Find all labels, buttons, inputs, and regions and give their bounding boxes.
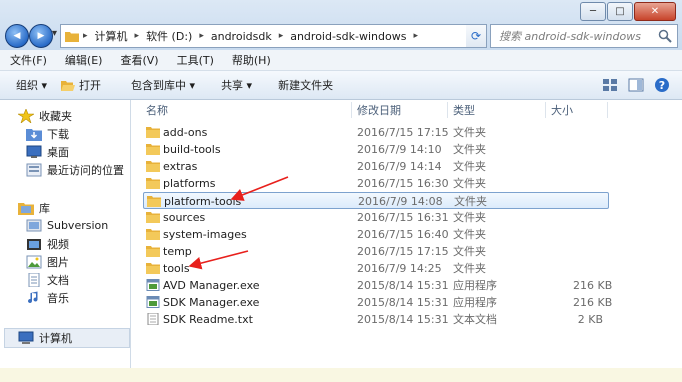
- arrow-platform-tools: [230, 176, 289, 201]
- annotation-arrows: [188, 176, 289, 270]
- bottom-strip: [0, 368, 682, 382]
- arrow-tools: [188, 250, 249, 270]
